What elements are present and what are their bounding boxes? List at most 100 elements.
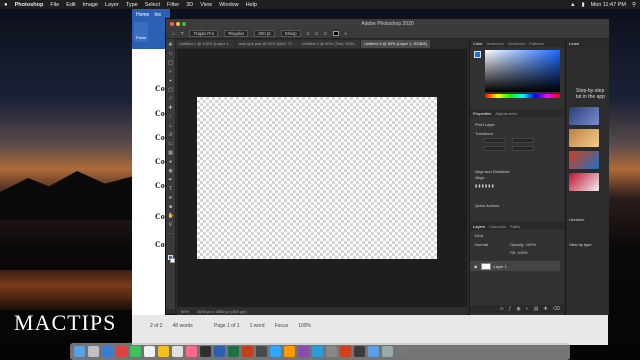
folder-icon[interactable]: ▤ [534, 306, 539, 312]
more-tools-icon[interactable]: ⋯ [168, 231, 174, 237]
history-brush-icon[interactable]: ↺ [168, 132, 174, 138]
wifi-icon[interactable]: ▲ [570, 2, 575, 8]
menu-filter[interactable]: Filter [167, 2, 179, 8]
powerpoint-icon[interactable] [242, 346, 253, 357]
word-page-count-2[interactable]: Page 1 of 1 [214, 323, 240, 329]
healing-tool-icon[interactable]: ✚ [168, 105, 174, 111]
maximize-icon[interactable] [182, 22, 186, 26]
dodge-tool-icon[interactable]: ◉ [168, 168, 174, 174]
tab-color[interactable]: Color [473, 41, 483, 46]
view-by-type[interactable]: View by type [569, 242, 610, 247]
fx-icon[interactable]: ƒ [509, 306, 512, 312]
word-icon[interactable] [214, 346, 225, 357]
tutorial-thumbnail[interactable] [569, 151, 599, 169]
word-zoom[interactable]: 100% [298, 323, 311, 329]
premiere-icon[interactable] [298, 346, 309, 357]
pen-tool-icon[interactable]: ✒ [168, 177, 174, 183]
stamp-tool-icon[interactable]: ⊥ [168, 123, 174, 129]
chrome-icon[interactable] [116, 346, 127, 357]
zoom-level[interactable]: 50% [181, 309, 189, 314]
tab-properties[interactable]: Properties [473, 111, 491, 116]
menu-layer[interactable]: Layer [105, 2, 119, 8]
lasso-tool-icon[interactable]: ◯ [168, 60, 174, 66]
menu-view[interactable]: View [200, 2, 212, 8]
doc-tab-active[interactable]: Untitled-3 @ 50% (Layer 1, RGB/8) [361, 40, 430, 48]
app-menu[interactable]: Photoshop [15, 2, 44, 8]
app-store-icon[interactable] [312, 346, 323, 357]
background-color-swatch[interactable] [170, 258, 175, 263]
terminal-icon[interactable] [200, 346, 211, 357]
menu-3d[interactable]: 3D [186, 2, 193, 8]
safari-icon[interactable] [102, 346, 113, 357]
ps-title-bar[interactable]: Adobe Photoshop 2020 [166, 19, 609, 29]
blend-mode-select[interactable]: Normal [475, 242, 488, 247]
illustrator-icon[interactable] [284, 346, 295, 357]
launchpad-icon[interactable] [88, 346, 99, 357]
photos-icon[interactable] [186, 346, 197, 357]
tab-layers[interactable]: Layers [473, 224, 485, 229]
menu-file[interactable]: File [50, 2, 59, 8]
menu-help[interactable]: Help [246, 2, 257, 8]
doc-tab[interactable]: Untitled-1 @ 100% (Layer 1... [176, 40, 235, 48]
type-tool-icon[interactable]: T [168, 186, 174, 192]
font-family-select[interactable]: Trajan Pro [189, 30, 219, 37]
tab-learn[interactable]: Learn [569, 41, 579, 46]
font-size-select[interactable]: 300 pt [254, 30, 275, 37]
frame-tool-icon[interactable]: ▢ [168, 87, 174, 93]
warp-text-icon[interactable]: ≈ [345, 31, 347, 36]
word-page-count[interactable]: 2 of 2 [150, 323, 163, 329]
eyedropper-tool-icon[interactable]: ⁄ [168, 96, 174, 102]
zoom-tool-icon[interactable]: ⚲ [168, 222, 174, 228]
acrobat-icon[interactable] [340, 346, 351, 357]
color-panel-foreground[interactable] [474, 51, 481, 58]
app-icon[interactable] [354, 346, 365, 357]
menu-type[interactable]: Type [126, 2, 138, 8]
libraries-label[interactable]: Libraries [569, 217, 610, 222]
word-tab-home[interactable]: Home [136, 12, 149, 20]
transform-h-field[interactable] [512, 138, 534, 143]
search-icon[interactable]: ⚲ [632, 2, 636, 8]
link-layers-icon[interactable]: ∞ [500, 306, 504, 312]
type-tool-icon[interactable]: T [181, 31, 184, 36]
color-picker-field[interactable] [485, 50, 560, 92]
finder-icon[interactable] [74, 346, 85, 357]
text-color-swatch[interactable] [332, 31, 339, 36]
apple-menu-icon[interactable]: ● [4, 2, 8, 8]
align-center-icon[interactable]: ≡ [315, 31, 318, 36]
excel-icon[interactable] [228, 346, 239, 357]
transform-y-field[interactable] [512, 146, 534, 151]
align-right-icon[interactable]: ≡ [324, 31, 327, 36]
tab-channels[interactable]: Channels [489, 224, 506, 229]
word-tab-insert[interactable]: Ins [154, 12, 161, 20]
tab-swatches[interactable]: Swatches [487, 41, 504, 46]
visibility-eye-icon[interactable]: ◉ [474, 264, 478, 269]
tutorial-thumbnail[interactable] [569, 129, 599, 147]
doc-tab[interactable]: Untitled-2 @ 50% (Text, RGB... [298, 40, 361, 48]
brush-tool-icon[interactable]: ∕ [168, 114, 174, 120]
hue-slider[interactable] [485, 94, 560, 98]
crop-tool-icon[interactable]: ⌖ [168, 78, 174, 84]
word-word-count[interactable]: 48 words [173, 323, 193, 329]
move-tool-icon[interactable]: ✥ [168, 42, 174, 48]
final-cut-icon[interactable] [256, 346, 267, 357]
document-info[interactable]: 3000 px x 1800 px (300 ppi) [197, 309, 247, 314]
doc-tab[interactable]: mac tips.psd @ 50% (MAC TI... [235, 40, 298, 48]
word-word-count-2[interactable]: 1 word [250, 323, 265, 329]
marquee-tool-icon[interactable]: □ [168, 51, 174, 57]
tutorial-thumbnail[interactable] [569, 107, 599, 125]
minimize-icon[interactable] [176, 22, 180, 26]
menu-edit[interactable]: Edit [66, 2, 75, 8]
transform-x-field[interactable] [484, 146, 506, 151]
opacity-field[interactable]: Opacity: 100% [510, 242, 536, 247]
canvas-workspace[interactable]: ℰ [177, 49, 467, 307]
tab-adjustments[interactable]: Adjustments [495, 111, 517, 116]
tab-gradients[interactable]: Gradients [508, 41, 525, 46]
clock[interactable]: Mon 11:47 PM [591, 2, 626, 8]
tab-patterns[interactable]: Patterns [529, 41, 544, 46]
close-icon[interactable] [170, 22, 174, 26]
folder-icon[interactable] [368, 346, 379, 357]
reminders-icon[interactable] [172, 346, 183, 357]
mask-icon[interactable]: ◉ [516, 306, 520, 312]
layer-row[interactable]: ◉ Layer 1 [470, 261, 560, 271]
fill-field[interactable]: Fill: 100% [510, 250, 528, 255]
